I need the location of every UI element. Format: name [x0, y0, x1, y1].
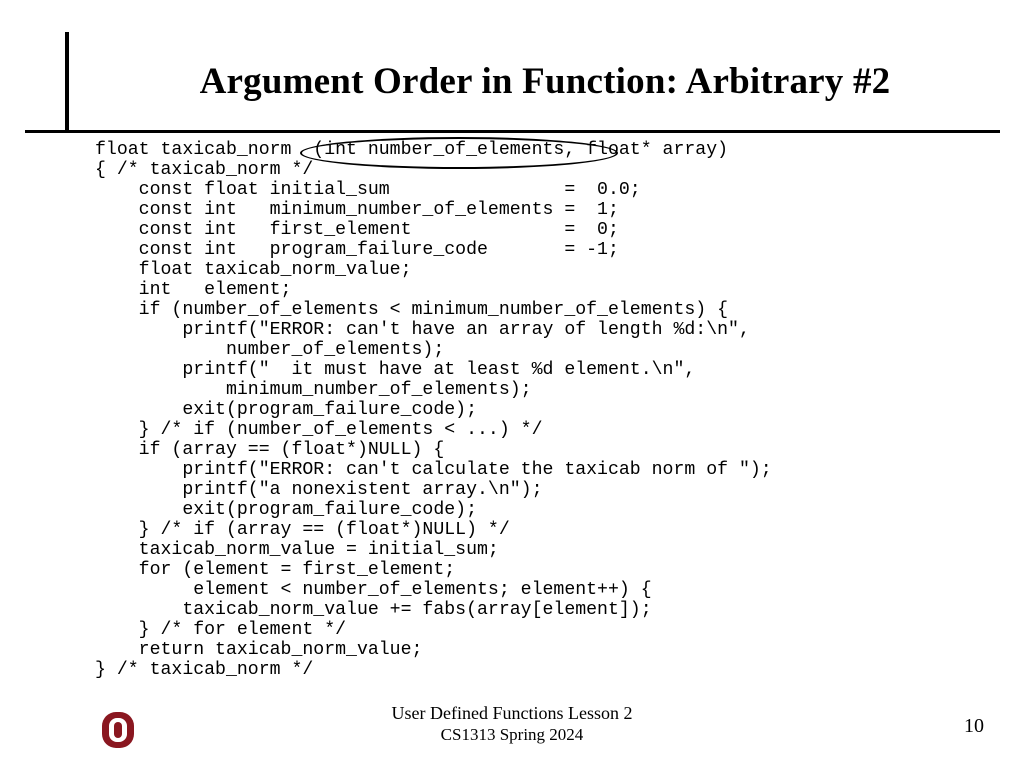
page-number: 10 — [964, 715, 984, 738]
title-horizontal-rule — [25, 130, 1000, 133]
footer-line-2: CS1313 Spring 2024 — [0, 724, 1024, 746]
slide-title: Argument Order in Function: Arbitrary #2 — [90, 60, 1000, 103]
code-block: float taxicab_norm (int number_of_elemen… — [95, 140, 772, 680]
footer-line-1: User Defined Functions Lesson 2 — [0, 702, 1024, 724]
slide-footer: User Defined Functions Lesson 2 CS1313 S… — [0, 702, 1024, 746]
slide: Argument Order in Function: Arbitrary #2… — [0, 0, 1024, 768]
parameter-highlight-ellipse — [300, 137, 618, 169]
title-vertical-rule — [65, 32, 69, 130]
